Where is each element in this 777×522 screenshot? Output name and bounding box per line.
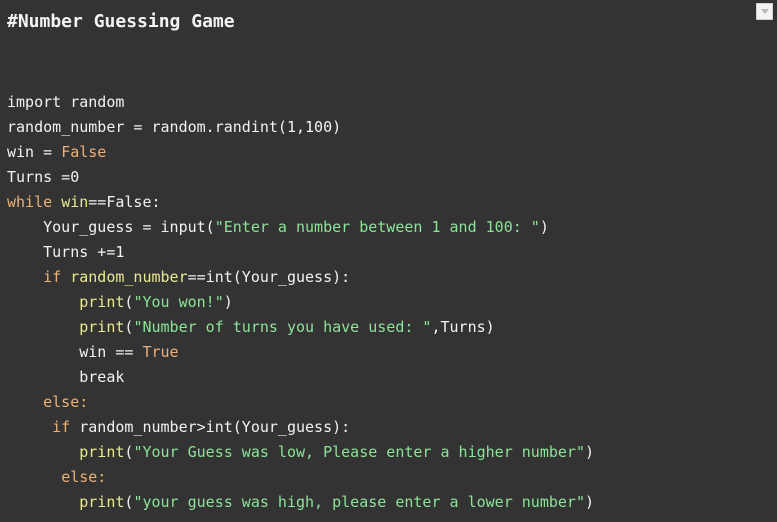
code-token: else: xyxy=(61,468,107,486)
code-token: "Number of turns you have used: " xyxy=(133,318,432,336)
code-token: if xyxy=(52,418,71,436)
code-line: print("your guess was high, please enter… xyxy=(7,490,594,515)
code-token: True xyxy=(142,343,179,361)
code-line: Your_guess = input("Enter a number betwe… xyxy=(7,215,594,240)
code-token: ==int(Your_guess): xyxy=(187,268,351,286)
code-line: break xyxy=(7,365,594,390)
code-line: else: xyxy=(7,465,594,490)
code-editor-window: #Number Guessing Game import random rando… xyxy=(0,0,777,522)
code-token: random_number xyxy=(70,268,188,286)
code-token: print xyxy=(79,493,125,511)
code-token: random_number>int(Your_guess): xyxy=(70,418,351,436)
code-line: else: xyxy=(7,390,594,415)
code-token: print xyxy=(79,443,125,461)
code-line: random_number = random.randint(1,100) xyxy=(7,115,594,140)
code-token: ,Turns) xyxy=(431,318,495,336)
code-token: while xyxy=(7,193,53,211)
code-token: win = xyxy=(7,143,62,161)
code-line: if random_number==int(Your_guess): xyxy=(7,265,594,290)
code-token: False xyxy=(61,143,107,161)
code-token: if xyxy=(43,268,62,286)
code-token: print xyxy=(79,293,125,311)
code-line: print("You won!") xyxy=(7,290,594,315)
page-title: #Number Guessing Game xyxy=(7,11,235,32)
code-line: Turns =0 xyxy=(7,165,594,190)
code-line: win == True xyxy=(7,340,594,365)
code-token: ==False: xyxy=(88,193,161,211)
code-line: while win==False: xyxy=(7,190,594,215)
chevron-down-icon xyxy=(760,9,769,14)
code-token: "Your Guess was low, Please enter a high… xyxy=(133,443,585,461)
code-token: Turns +=1 xyxy=(7,243,125,261)
code-token: "Enter a number between 1 and 100: " xyxy=(214,218,540,236)
code-token: "your guess was high, please enter a low… xyxy=(133,493,585,511)
code-token: print xyxy=(79,318,125,336)
code-token: ) xyxy=(584,493,595,511)
code-line: Turns +=1 xyxy=(7,240,594,265)
code-token: random_number = random.randint(1,100) xyxy=(7,118,342,136)
code-line: print("Number of turns you have used: ",… xyxy=(7,315,594,340)
code-line: win = False xyxy=(7,140,594,165)
code-token: ) xyxy=(584,443,595,461)
code-line: if random_number>int(Your_guess): xyxy=(7,415,594,440)
code-line: print("Your Guess was low, Please enter … xyxy=(7,440,594,465)
code-token: ) xyxy=(539,218,549,236)
code-token: "You won!" xyxy=(133,293,224,311)
code-token: else: xyxy=(43,393,89,411)
code-token: Your_guess = input( xyxy=(7,218,215,236)
code-token: import random xyxy=(7,93,125,111)
code-line: import random xyxy=(7,90,594,115)
code-block[interactable]: import random random_number = random.rand… xyxy=(7,90,594,515)
code-token: break xyxy=(7,368,125,386)
collapse-button[interactable] xyxy=(756,3,773,20)
code-token: ) xyxy=(223,293,233,311)
code-token: Turns =0 xyxy=(7,168,80,186)
code-token: win == xyxy=(7,343,143,361)
code-token: win xyxy=(61,193,89,211)
